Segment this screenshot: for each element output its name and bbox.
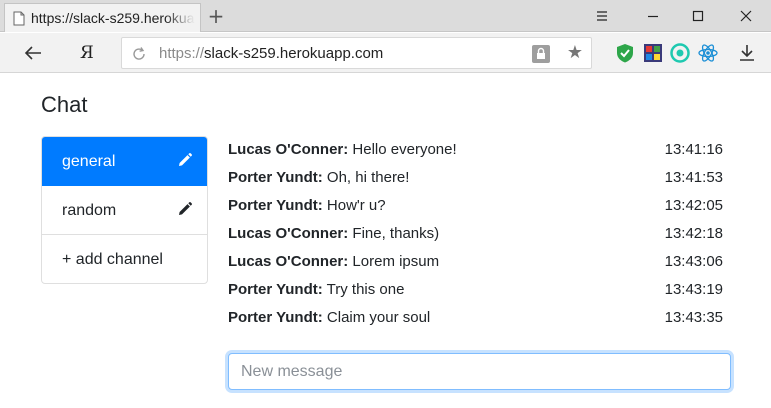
message-text: Claim your soul — [322, 309, 431, 326]
channel-item-random[interactable]: random — [42, 186, 207, 235]
message-author: Porter Yundt: — [228, 281, 323, 298]
message-list: Lucas O'Conner: Hello everyone! 13:41:16… — [228, 139, 723, 335]
message-author: Porter Yundt: — [228, 309, 323, 326]
add-channel-label: + add channel — [62, 251, 163, 268]
message-time: 13:43:19 — [664, 281, 723, 298]
channel-label: random — [62, 202, 117, 219]
new-tab-button[interactable]: + — [206, 6, 226, 26]
channel-label: general — [62, 153, 116, 170]
colorful-grid-extension-icon[interactable] — [642, 42, 664, 64]
message-author: Porter Yundt: — [228, 197, 323, 214]
pencil-icon[interactable] — [178, 153, 192, 167]
circle-extension-icon[interactable] — [669, 42, 691, 64]
close-icon[interactable] — [734, 6, 758, 26]
message-author: Lucas O'Conner: — [228, 253, 349, 270]
url-text[interactable]: https://slack-s259.herokuapp.com — [159, 45, 383, 62]
message-time: 13:43:35 — [664, 309, 723, 326]
bookmark-star-icon[interactable]: ★ — [565, 42, 585, 64]
message-text: Oh, hi there! — [322, 169, 410, 186]
yandex-button[interactable]: Я — [80, 42, 100, 64]
message-time: 13:42:18 — [664, 225, 723, 242]
page-icon — [13, 11, 25, 26]
download-icon[interactable] — [736, 42, 758, 64]
message-text: Hello everyone! — [348, 141, 457, 158]
url-scheme: https:// — [159, 45, 205, 62]
message-time: 13:42:05 — [664, 197, 723, 214]
message-row: Lucas O'Conner: Hello everyone! 13:41:16 — [228, 139, 723, 167]
new-message-input[interactable] — [228, 353, 731, 390]
message-text: How'r u? — [322, 197, 386, 214]
url-host: slack-s259.herokuapp.com — [204, 45, 384, 62]
back-arrow-icon[interactable] — [22, 42, 44, 64]
message-row: Lucas O'Conner: Fine, thanks) 13:42:18 — [228, 223, 723, 251]
react-devtools-icon[interactable] — [697, 42, 719, 64]
message-row: Porter Yundt: Try this one 13:43:19 — [228, 279, 723, 307]
message-row: Porter Yundt: How'r u? 13:42:05 — [228, 195, 723, 223]
message-row: Porter Yundt: Oh, hi there! 13:41:53 — [228, 167, 723, 195]
page-title: Chat — [41, 92, 88, 117]
minimize-icon[interactable] — [641, 6, 665, 26]
reload-icon[interactable] — [131, 46, 147, 62]
pencil-icon[interactable] — [178, 202, 192, 216]
tab-title: https://slack-s259.herokuapp.com — [31, 10, 195, 28]
channel-item-general[interactable]: general — [42, 137, 207, 186]
message-row: Porter Yundt: Claim your soul 13:43:35 — [228, 307, 723, 335]
message-text: Lorem ipsum — [348, 253, 440, 270]
channel-list: general random + add channel — [41, 136, 208, 284]
menu-icon[interactable] — [590, 6, 614, 26]
message-author: Lucas O'Conner: — [228, 141, 349, 158]
message-author: Porter Yundt: — [228, 169, 323, 186]
lock-icon[interactable] — [532, 45, 550, 63]
message-time: 13:41:53 — [664, 169, 723, 186]
browser-tab-bar: https://slack-s259.herokuapp.com + — [0, 0, 771, 32]
message-author: Lucas O'Conner: — [228, 225, 349, 242]
shield-extension-icon[interactable] — [614, 42, 636, 64]
browser-toolbar: Я https://slack-s259.herokuapp.com ★ — [0, 33, 771, 73]
message-time: 13:41:16 — [664, 141, 723, 158]
address-bar[interactable]: https://slack-s259.herokuapp.com ★ — [121, 37, 592, 69]
maximize-icon[interactable] — [686, 6, 710, 26]
message-text: Fine, thanks) — [348, 225, 440, 242]
browser-tab[interactable]: https://slack-s259.herokuapp.com — [4, 3, 201, 32]
add-channel-button[interactable]: + add channel — [42, 235, 207, 283]
message-time: 13:43:06 — [664, 253, 723, 270]
message-row: Lucas O'Conner: Lorem ipsum 13:43:06 — [228, 251, 723, 279]
message-text: Try this one — [322, 281, 405, 298]
